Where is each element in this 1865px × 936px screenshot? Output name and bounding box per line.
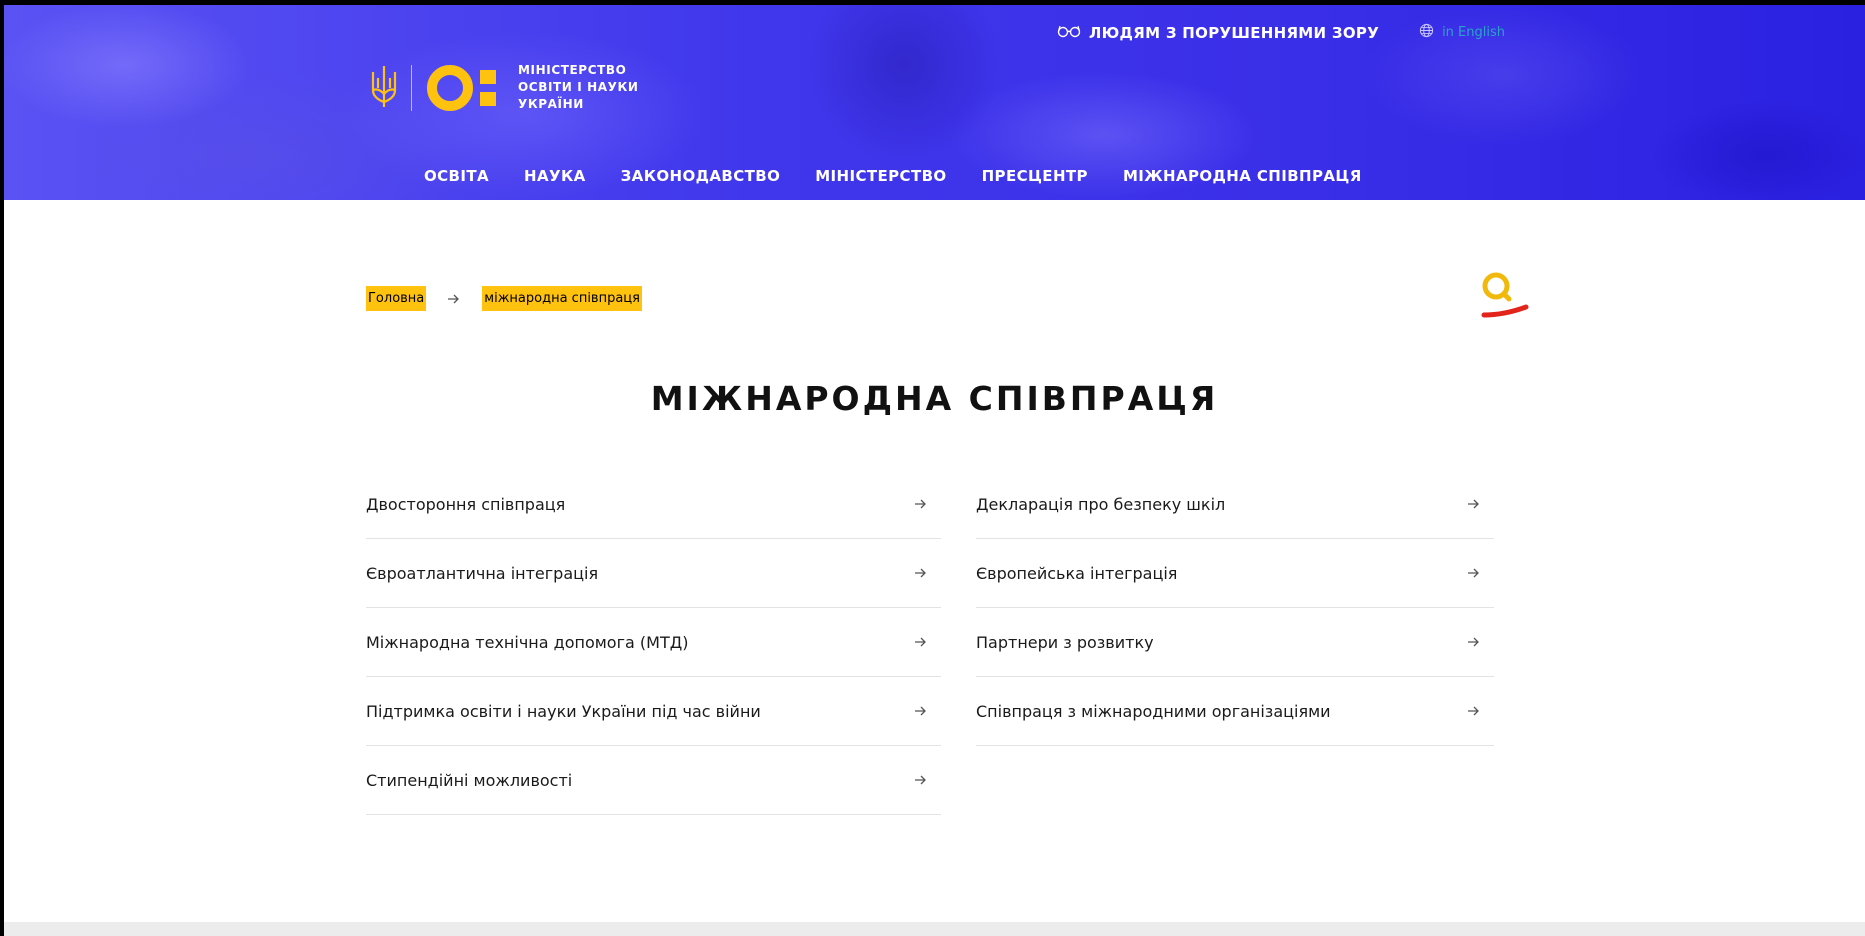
- logo-divider: [411, 64, 412, 111]
- nav-item-nauka[interactable]: НАУКА: [524, 167, 586, 185]
- list-item-label: Підтримка освіти і науки України під час…: [366, 701, 761, 721]
- list-item-label: Стипендійні можливості: [366, 770, 573, 790]
- arrow-right-icon: [1468, 499, 1480, 509]
- arrow-right-icon: [1468, 706, 1480, 716]
- site-header: ЛЮДЯМ З ПОРУШЕННЯМИ ЗОРУ in English МІНІ…: [4, 5, 1865, 200]
- list-item[interactable]: Стипендійні можливості: [366, 746, 941, 815]
- nav-item-ministerstvo[interactable]: МІНІСТЕРСТВО: [815, 167, 946, 185]
- search-button[interactable]: [1474, 267, 1534, 331]
- list-item-label: Партнери з розвитку: [976, 632, 1154, 652]
- list-item-label: Співпраця з міжнародними організаціями: [976, 701, 1331, 721]
- arrow-right-icon: [915, 637, 927, 647]
- search-icon: [1474, 272, 1534, 331]
- nav-item-osvita[interactable]: ОСВІТА: [424, 167, 489, 185]
- nav-item-prescentr[interactable]: ПРЕСЦЕНТР: [982, 167, 1088, 185]
- list-item-label: Двостороння співпраця: [366, 494, 566, 514]
- arrow-right-icon: [915, 706, 927, 716]
- main-nav: ОСВІТА НАУКА ЗАКОНОДАВСТВО МІНІСТЕРСТВО …: [424, 167, 1362, 185]
- footer-strip: [4, 922, 1865, 936]
- nav-item-international[interactable]: МІЖНАРОДНА СПІВПРАЦЯ: [1123, 167, 1362, 185]
- list-item-label: Європейська інтеграція: [976, 563, 1178, 583]
- trident-icon: [369, 64, 399, 112]
- arrow-right-icon: [915, 775, 927, 785]
- ministry-name-line: МІНІСТЕРСТВО: [518, 63, 627, 77]
- breadcrumb-home[interactable]: Головна: [366, 286, 427, 311]
- page-frame: ЛЮДЯМ З ПОРУШЕННЯМИ ЗОРУ in English МІНІ…: [4, 5, 1865, 936]
- accessibility-vision-label: ЛЮДЯМ З ПОРУШЕННЯМИ ЗОРУ: [1088, 23, 1380, 42]
- list-item[interactable]: Підтримка освіти і науки України під час…: [366, 677, 941, 746]
- breadcrumb-current: міжнародна співпраця: [482, 286, 642, 311]
- breadcrumb: Головна міжнародна співпраця: [366, 286, 642, 311]
- ministry-name-line: УКРАЇНИ: [518, 97, 584, 111]
- list-item[interactable]: Міжнародна технічна допомога (МТД): [366, 608, 941, 677]
- glasses-icon: [1057, 23, 1081, 42]
- list-item-label: Міжнародна технічна допомога (МТД): [366, 632, 689, 652]
- language-switch-link[interactable]: in English: [1419, 23, 1505, 42]
- ministry-name: МІНІСТЕРСТВО ОСВІТИ І НАУКИ УКРАЇНИ: [518, 62, 639, 113]
- arrow-right-icon: [1468, 637, 1480, 647]
- globe-icon: [1419, 23, 1434, 42]
- ministry-name-line: ОСВІТИ І НАУКИ: [518, 80, 639, 94]
- arrow-right-icon: [915, 499, 927, 509]
- list-item[interactable]: Двостороння співпраця: [366, 470, 941, 539]
- header-topbar: ЛЮДЯМ З ПОРУШЕННЯМИ ЗОРУ in English: [1057, 23, 1505, 42]
- list-item-label: Євроатлантична інтеграція: [366, 563, 599, 583]
- nav-item-zakonodavstvo[interactable]: ЗАКОНОДАВСТВО: [621, 167, 781, 185]
- list-item[interactable]: Євроатлантична інтеграція: [366, 539, 941, 608]
- link-list-right: Декларація про безпеку шкіл Європейська …: [976, 470, 1494, 746]
- ministry-mark-icon: [426, 64, 504, 112]
- list-item-label: Декларація про безпеку шкіл: [976, 494, 1226, 514]
- language-switch-label: in English: [1442, 25, 1505, 40]
- accessibility-vision-link[interactable]: ЛЮДЯМ З ПОРУШЕННЯМИ ЗОРУ: [1057, 23, 1379, 42]
- list-item[interactable]: Декларація про безпеку шкіл: [976, 470, 1494, 539]
- arrow-right-icon: [448, 294, 460, 304]
- ministry-logo[interactable]: МІНІСТЕРСТВО ОСВІТИ І НАУКИ УКРАЇНИ: [369, 62, 639, 113]
- list-item[interactable]: Партнери з розвитку: [976, 608, 1494, 677]
- link-list-left: Двостороння співпраця Євроатлантична інт…: [366, 470, 941, 815]
- list-item[interactable]: Європейська інтеграція: [976, 539, 1494, 608]
- arrow-right-icon: [1468, 568, 1480, 578]
- page-title: МІЖНАРОДНА СПІВПРАЦЯ: [650, 379, 1219, 418]
- arrow-right-icon: [915, 568, 927, 578]
- list-item[interactable]: Співпраця з міжнародними організаціями: [976, 677, 1494, 746]
